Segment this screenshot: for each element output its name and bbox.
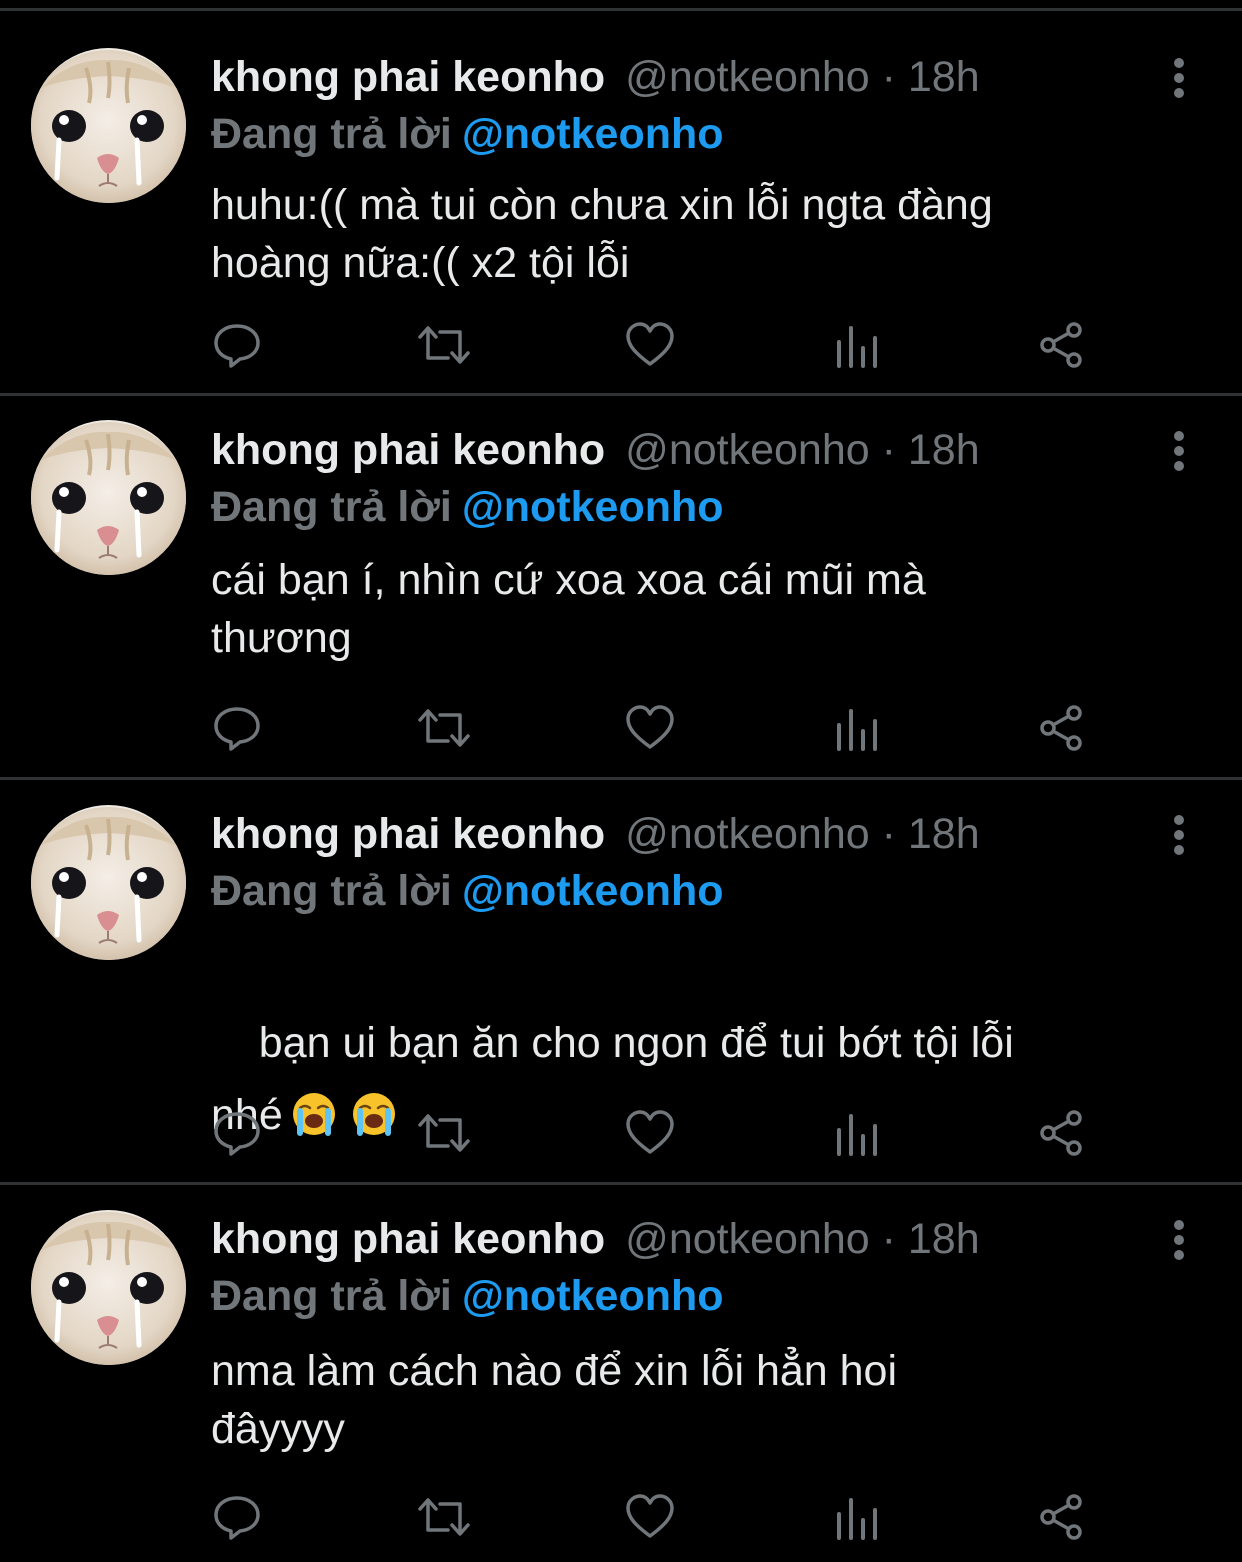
share-icon[interactable] bbox=[1038, 320, 1088, 370]
replying-to-label: Đang trả lời bbox=[211, 1272, 452, 1320]
reply-icon[interactable] bbox=[212, 1492, 262, 1542]
share-icon[interactable] bbox=[1038, 1108, 1088, 1158]
tweet-header: khong phai keonho @notkeonho · 18h bbox=[211, 1211, 980, 1267]
handle-and-time[interactable]: @notkeonho · 18h bbox=[625, 53, 979, 101]
retweet-icon[interactable] bbox=[416, 703, 472, 753]
handle-and-time[interactable]: @notkeonho · 18h bbox=[625, 1215, 979, 1263]
retweet-icon[interactable] bbox=[416, 320, 472, 370]
replying-to: Đang trả lời @notkeonho bbox=[211, 1268, 724, 1324]
display-name[interactable]: khong phai keonho bbox=[211, 53, 605, 101]
replying-to-label: Đang trả lời bbox=[211, 867, 452, 915]
replying-to: Đang trả lời @notkeonho bbox=[211, 479, 724, 535]
reply-icon[interactable] bbox=[212, 320, 262, 370]
like-heart-icon[interactable] bbox=[625, 1108, 675, 1158]
tweet-header: khong phai keonho @notkeonho · 18h bbox=[211, 422, 980, 478]
tweet-header: khong phai keonho @notkeonho · 18h bbox=[211, 806, 980, 862]
replying-to-label: Đang trả lời bbox=[211, 483, 452, 531]
handle-and-time[interactable]: @notkeonho · 18h bbox=[625, 810, 979, 858]
tweet-text: nma làm cách nào để xin lỗi hẳn hoi đâyy… bbox=[211, 1347, 898, 1453]
replying-to-handle-link[interactable]: @notkeonho bbox=[462, 1272, 724, 1320]
avatar[interactable] bbox=[31, 1210, 186, 1365]
replying-to-label: Đang trả lời bbox=[211, 110, 452, 158]
retweet-icon[interactable] bbox=[416, 1492, 472, 1542]
more-options-icon[interactable] bbox=[1166, 1219, 1192, 1261]
replying-to-handle-link[interactable]: @notkeonho bbox=[462, 483, 724, 531]
share-icon[interactable] bbox=[1038, 1492, 1088, 1542]
replying-to: Đang trả lời @notkeonho bbox=[211, 863, 724, 919]
tweet-card[interactable]: khong phai keonho @notkeonho · 18h Đang t… bbox=[0, 396, 1242, 780]
views-analytics-icon[interactable] bbox=[833, 1492, 883, 1542]
replying-to: Đang trả lời @notkeonho bbox=[211, 106, 724, 162]
views-analytics-icon[interactable] bbox=[833, 1108, 883, 1158]
replying-to-handle-link[interactable]: @notkeonho bbox=[462, 867, 724, 915]
tweet-card[interactable]: khong phai keonho @notkeonho · 18h Đang t… bbox=[0, 1185, 1242, 1562]
reply-icon[interactable] bbox=[212, 703, 262, 753]
tweet-header: khong phai keonho @notkeonho · 18h bbox=[211, 49, 980, 105]
share-icon[interactable] bbox=[1038, 703, 1088, 753]
like-heart-icon[interactable] bbox=[625, 1492, 675, 1542]
more-options-icon[interactable] bbox=[1166, 57, 1192, 99]
avatar[interactable] bbox=[31, 805, 186, 960]
tweet-text: huhu:(( mà tui còn chưa xin lỗi ngta đàn… bbox=[211, 181, 993, 287]
tweet-card[interactable]: khong phai keonho @notkeonho · 18h Đang t… bbox=[0, 780, 1242, 1185]
views-analytics-icon[interactable] bbox=[833, 703, 883, 753]
retweet-icon[interactable] bbox=[416, 1108, 472, 1158]
tweet-text: bạn ui bạn ăn cho ngon để tui bớt tội lỗ… bbox=[211, 935, 1191, 1223]
display-name[interactable]: khong phai keonho bbox=[211, 426, 605, 474]
more-options-icon[interactable] bbox=[1166, 430, 1192, 472]
loudly-crying-face-emoji-icon bbox=[291, 1087, 337, 1136]
display-name[interactable]: khong phai keonho bbox=[211, 810, 605, 858]
display-name[interactable]: khong phai keonho bbox=[211, 1215, 605, 1263]
views-analytics-icon[interactable] bbox=[833, 320, 883, 370]
tweet-text: cái bạn í, nhìn cứ xoa xoa cái mũi mà th… bbox=[211, 556, 926, 662]
like-heart-icon[interactable] bbox=[625, 320, 675, 370]
tweet-card[interactable]: khong phai keonho @notkeonho · 18h Đang t… bbox=[0, 11, 1242, 396]
loudly-crying-face-emoji-icon bbox=[351, 1087, 397, 1136]
avatar[interactable] bbox=[31, 420, 186, 575]
reply-icon[interactable] bbox=[212, 1108, 262, 1158]
replying-to-handle-link[interactable]: @notkeonho bbox=[462, 110, 724, 158]
like-heart-icon[interactable] bbox=[625, 703, 675, 753]
more-options-icon[interactable] bbox=[1166, 814, 1192, 856]
handle-and-time[interactable]: @notkeonho · 18h bbox=[625, 426, 979, 474]
avatar[interactable] bbox=[31, 48, 186, 203]
